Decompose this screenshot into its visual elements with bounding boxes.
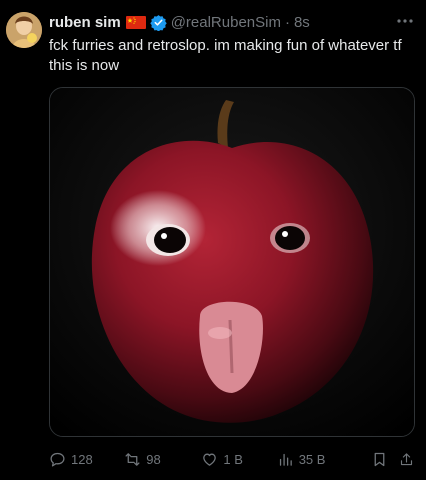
tweet-timestamp[interactable]: 8s [294, 14, 310, 31]
avatar-image [6, 12, 42, 48]
share-button[interactable] [399, 451, 419, 468]
china-flag-icon [125, 15, 146, 29]
like-count: 1 B [223, 451, 243, 467]
heart-icon [203, 453, 217, 466]
like-button[interactable]: 1 B [201, 451, 276, 468]
reply-button[interactable]: 128 [49, 451, 124, 468]
bookmark-button[interactable] [371, 451, 399, 468]
views-chart-icon [279, 453, 292, 466]
views-count: 35 B [298, 451, 326, 467]
views-button[interactable]: 35 B [277, 451, 371, 468]
bookmark-icon [374, 452, 385, 466]
tweet-media[interactable] [49, 87, 415, 437]
tweet-header: ruben sim @realRubenSim · 8s [49, 12, 416, 32]
reply-count: 128 [71, 451, 93, 467]
tweet-text: fck furries and retroslop. im making fun… [49, 37, 402, 74]
separator-dot: · [284, 13, 290, 31]
author-handle[interactable]: @realRubenSim [171, 14, 281, 31]
more-options-icon[interactable] [396, 14, 414, 28]
verified-badge-icon [149, 14, 167, 31]
avatar[interactable] [6, 12, 42, 48]
tweet-actions: 128 98 1 B 35 B [49, 447, 419, 471]
repost-count: 98 [146, 451, 161, 467]
tweet[interactable]: ruben sim @realRubenSim · 8s fck furries… [0, 0, 426, 480]
repost-button[interactable]: 98 [124, 451, 201, 468]
share-icon [400, 452, 413, 465]
author-name[interactable]: ruben sim [49, 14, 121, 31]
reply-icon [50, 452, 65, 467]
apple-face-image [50, 88, 414, 436]
repost-icon [125, 452, 140, 466]
